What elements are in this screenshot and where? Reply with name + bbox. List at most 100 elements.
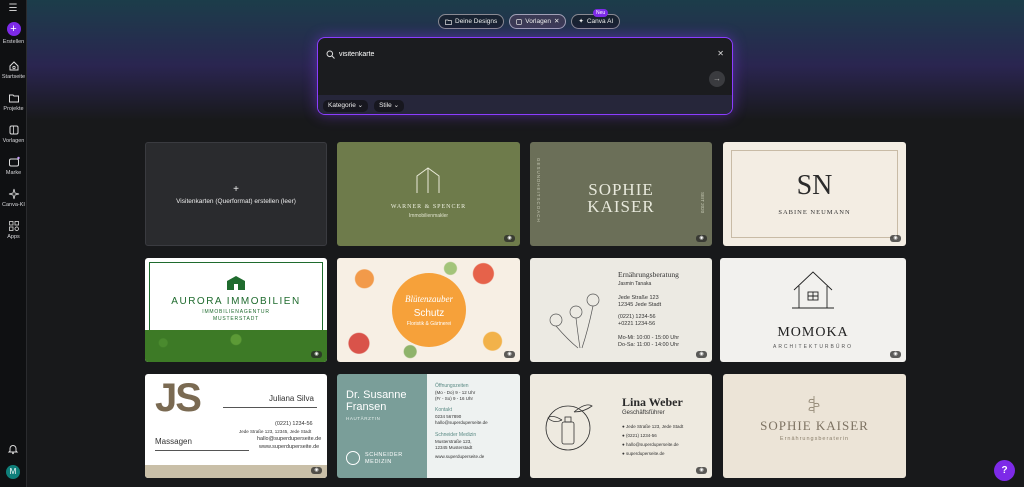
preview-icon[interactable]: ◉ — [311, 351, 322, 358]
help-button[interactable]: ? — [994, 460, 1015, 481]
avatar[interactable]: M — [6, 465, 20, 479]
menu-icon[interactable]: ☰ — [7, 4, 19, 14]
sparkle-icon: ✦ — [578, 18, 584, 25]
sidebar-item-label: Canva-KI — [2, 202, 25, 208]
preview-icon[interactable]: ◉ — [504, 235, 515, 242]
botanical-bottle-illustration — [545, 404, 593, 451]
template-icon — [516, 18, 523, 25]
plus-icon: + — [6, 22, 21, 36]
folder-icon — [8, 94, 19, 103]
logo-text: MEDIZIN — [365, 459, 392, 465]
card-heading: Öffnungszeiten — [435, 383, 469, 389]
card-text: +0221 1234-56 — [618, 321, 656, 327]
bell-icon[interactable] — [7, 443, 19, 455]
sidebar-item-templates[interactable]: Vorlagen — [0, 124, 27, 144]
template-card[interactable]: Ernährungsberatung Jasmin Tanaka Jede St… — [530, 258, 712, 362]
card-text: hallo@superduperseite.de — [257, 436, 322, 442]
template-card[interactable]: SOPHIE KAISER Ernährungsberaterin — [723, 374, 906, 478]
chevron-down-icon: ⌄ — [357, 101, 364, 109]
home-icon — [9, 61, 18, 71]
card-text: www.superduperseite.de — [435, 454, 485, 459]
card-subtitle: Ernährungsberaterin — [779, 436, 850, 442]
template-card[interactable]: SN SABINE NEUMANN ◉ — [723, 142, 906, 246]
house-logo-icon — [227, 276, 245, 290]
house-logo-icon — [416, 167, 440, 193]
preview-icon[interactable]: ◉ — [890, 351, 901, 358]
card-monogram: SN — [796, 170, 833, 201]
chip-templates[interactable]: Vorlagen ✕ — [509, 14, 567, 29]
globe-icon: ● — [622, 451, 625, 456]
sidebar-item-projects[interactable]: Projekte — [0, 92, 27, 112]
preview-icon[interactable]: ◉ — [696, 351, 707, 358]
card-subtitle: Immobilienmakler — [408, 213, 449, 219]
template-icon — [9, 125, 18, 135]
close-icon[interactable]: ✕ — [554, 15, 559, 28]
filter-bar: Kategorie ⌄ Stile ⌄ — [318, 95, 732, 114]
sidebar: ☰ + Erstellen Startseite Projekte Vorlag… — [0, 0, 27, 487]
template-card[interactable]: Lina Weber Geschäftsführer ● Jede Straße… — [530, 374, 712, 478]
style-filter[interactable]: Stile ⌄ — [374, 99, 405, 112]
card-contact-line: ● (0221) 1234-56 — [622, 433, 657, 438]
card-script-text: Blütenzauber — [405, 294, 453, 304]
card-subtitle: IMMOBILIENAGENTUR — [202, 309, 270, 315]
sidebar-item-label: Apps — [7, 234, 20, 240]
create-button[interactable]: + Erstellen — [0, 22, 27, 45]
card-side-text: SEIT 2020 — [700, 192, 705, 214]
card-title: MOMOKA — [777, 325, 849, 340]
canva-app: ☰ + Erstellen Startseite Projekte Vorlag… — [0, 0, 1024, 487]
template-card[interactable]: GESUNDHEITSCOACH SOPHIE KAISER SEIT 2020… — [530, 142, 712, 246]
template-card[interactable]: WARNER & SPENCER Immobilienmakler ◉ — [337, 142, 520, 246]
category-filter[interactable]: Kategorie ⌄ — [323, 99, 369, 112]
sidebar-item-label: Marke — [5, 170, 22, 176]
search-input[interactable] — [339, 48, 699, 60]
template-card[interactable]: JS Juliana Silva (0221) 1234-56 Jede Str… — [145, 374, 327, 478]
card-text: hallo@superduperseite.de — [625, 442, 679, 447]
search-panel: ✕ → Kategorie ⌄ Stile ⌄ — [317, 37, 733, 115]
card-text: hallo@superduperseite.de — [435, 420, 488, 425]
leaf-icon — [808, 396, 820, 413]
card-title: Schutz — [413, 308, 445, 319]
preview-icon[interactable]: ◉ — [696, 235, 707, 242]
card-contact-line: ● Jede Straße 123, Jede Stadt — [622, 424, 683, 429]
preview-icon[interactable]: ◉ — [890, 235, 901, 242]
card-title-2: Fransen — [346, 401, 387, 413]
folder-icon — [445, 19, 452, 25]
filter-label: Kategorie — [328, 101, 356, 109]
preview-icon[interactable]: ◉ — [311, 467, 322, 474]
template-card[interactable]: AURORA IMMOBILIEN IMMOBILIENAGENTUR MUST… — [145, 258, 327, 362]
template-card[interactable]: MOMOKA ARCHITEKTURBÜRO ◉ — [720, 258, 906, 362]
hedge-image — [145, 330, 327, 362]
chip-your-designs[interactable]: Deine Designs — [438, 14, 505, 29]
chip-label: Vorlagen — [525, 18, 551, 25]
sidebar-item-canva-ai[interactable]: Canva-KI — [0, 188, 27, 208]
clear-search-icon[interactable]: ✕ — [717, 49, 724, 58]
card-text: Jede Straße 123, Jede Stadt — [625, 424, 684, 429]
sidebar-item-home[interactable]: Startseite — [0, 60, 27, 80]
template-card[interactable]: Dr. Susanne Fransen HAUTÄRZTIN SCHNEIDER… — [337, 374, 520, 478]
brand-icon — [8, 156, 20, 167]
plus-icon: + — [233, 183, 239, 195]
arrow-right-icon: → — [713, 74, 721, 83]
house-line-icon — [792, 271, 834, 309]
card-title: Lina Weber — [622, 395, 683, 409]
sidebar-item-label: Projekte — [3, 106, 24, 112]
preview-icon[interactable]: ◉ — [504, 351, 515, 358]
card-text: 12345 Musterstadt — [435, 445, 473, 450]
sidebar-item-brand[interactable]: Marke — [0, 156, 27, 176]
card-title: SOPHIE KAISER — [760, 418, 869, 433]
card-text: www.superduperseite.de — [259, 444, 320, 450]
card-subtitle: Geschäftsführer — [622, 410, 665, 416]
template-card[interactable]: Blütenzauber Schutz Floristik & Gärtnere… — [337, 258, 520, 362]
card-title: Ernährungsberatung — [618, 270, 679, 279]
card-text: (Fr - So) 9 - 16 Uhr — [435, 396, 474, 401]
preview-icon[interactable]: ◉ — [696, 467, 707, 474]
create-blank-card[interactable]: + Visitenkarten (Querformat) erstellen (… — [145, 142, 327, 246]
sidebar-item-apps[interactable]: Apps — [0, 220, 27, 240]
search-submit-button[interactable]: → — [709, 71, 725, 87]
chevron-down-icon: ⌄ — [393, 101, 400, 109]
card-title-2: KAISER — [587, 197, 655, 216]
card-text: Jede Straße 123 — [618, 295, 659, 301]
card-title: WARNER & SPENCER — [390, 204, 467, 210]
search-icon — [326, 50, 335, 59]
create-label: Erstellen — [2, 39, 25, 45]
